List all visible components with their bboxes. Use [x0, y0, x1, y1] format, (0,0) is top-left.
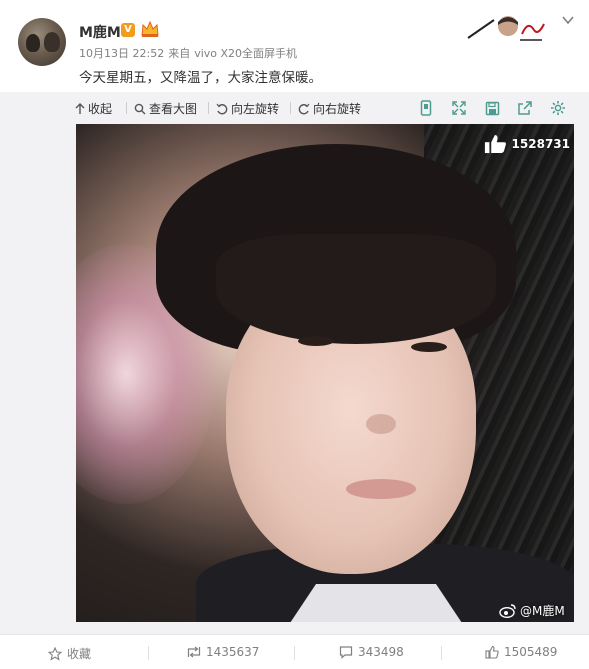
right-eye	[411, 342, 447, 352]
watermark-text: @M鹿M	[520, 604, 565, 618]
post-date[interactable]: 10月13日 22:52	[79, 47, 164, 60]
photo-like-button[interactable]: 1528731	[484, 131, 570, 157]
post-text: 今天星期五，又降温了，大家注意保暖。	[79, 70, 322, 86]
comment-icon	[339, 646, 353, 659]
rotate-right-label: 向右旋转	[313, 102, 362, 116]
toolbar-divider	[208, 102, 209, 114]
avatar[interactable]	[18, 18, 66, 66]
weibo-logo-icon	[499, 604, 516, 618]
settings-button[interactable]	[547, 97, 569, 119]
thumbs-up-icon	[485, 645, 499, 659]
repost-icon	[187, 646, 201, 658]
nose	[366, 414, 396, 434]
media-viewer: 收起 查看大图 向左旋转 向右旋转	[0, 92, 589, 634]
star-icon	[48, 646, 62, 661]
save-icon	[485, 101, 499, 115]
action-divider	[148, 646, 149, 660]
save-button[interactable]	[481, 97, 503, 119]
phone-icon	[420, 100, 432, 116]
collapse-button[interactable]: 收起	[75, 100, 112, 117]
crown-icon	[141, 20, 159, 37]
rotate-right-icon	[298, 103, 310, 114]
hair-fringe	[216, 234, 496, 344]
share-icon	[518, 101, 532, 115]
settings-icon	[551, 101, 565, 115]
comment-count: 343498	[358, 645, 404, 659]
toolbar-divider	[290, 102, 291, 114]
post-action-bar: 收藏 1435637 343498 1505489	[0, 634, 589, 669]
username[interactable]: M鹿M	[79, 22, 121, 42]
repost-button[interactable]: 1435637	[187, 645, 259, 659]
fullscreen-button[interactable]	[448, 97, 470, 119]
photo-like-count: 1528731	[511, 137, 570, 151]
view-large-button[interactable]: 查看大图	[134, 100, 197, 117]
comment-button[interactable]: 343498	[339, 645, 404, 659]
magnifier-icon	[134, 103, 146, 114]
photo-watermark: @M鹿M	[499, 602, 565, 619]
lips	[346, 479, 416, 499]
share-button[interactable]	[514, 97, 536, 119]
post-photo[interactable]	[76, 124, 574, 622]
action-divider	[294, 646, 295, 660]
left-eye	[298, 336, 334, 346]
phone-view-button[interactable]	[415, 97, 437, 119]
thumbs-up-icon	[484, 134, 506, 154]
rotate-right-button[interactable]: 向右旋转	[298, 100, 361, 117]
repost-count: 1435637	[206, 645, 260, 659]
like-button[interactable]: 1505489	[485, 645, 557, 659]
rotate-left-label: 向左旋转	[231, 102, 280, 116]
media-toolbar: 收起 查看大图 向左旋转 向右旋转	[0, 92, 589, 124]
post-meta: 10月13日 22:52 来自 vivo X20全面屏手机	[79, 45, 301, 61]
rotate-left-button[interactable]: 向左旋转	[216, 100, 279, 117]
like-count: 1505489	[504, 645, 558, 659]
collapse-icon	[75, 102, 85, 114]
post-source[interactable]: vivo X20全面屏手机	[194, 47, 297, 60]
chevron-down-icon[interactable]	[561, 14, 575, 26]
view-large-label: 查看大图	[149, 102, 198, 116]
source-prefix: 来自	[168, 47, 191, 60]
favorite-label: 收藏	[67, 647, 92, 661]
fullscreen-icon	[452, 101, 466, 115]
toolbar-divider	[126, 102, 127, 114]
signature-card-icon	[467, 16, 545, 41]
collapse-label: 收起	[88, 102, 113, 116]
favorite-button[interactable]: 收藏	[48, 645, 91, 662]
action-divider	[441, 646, 442, 660]
rotate-left-icon	[216, 103, 228, 114]
verified-badge: V	[121, 23, 135, 37]
